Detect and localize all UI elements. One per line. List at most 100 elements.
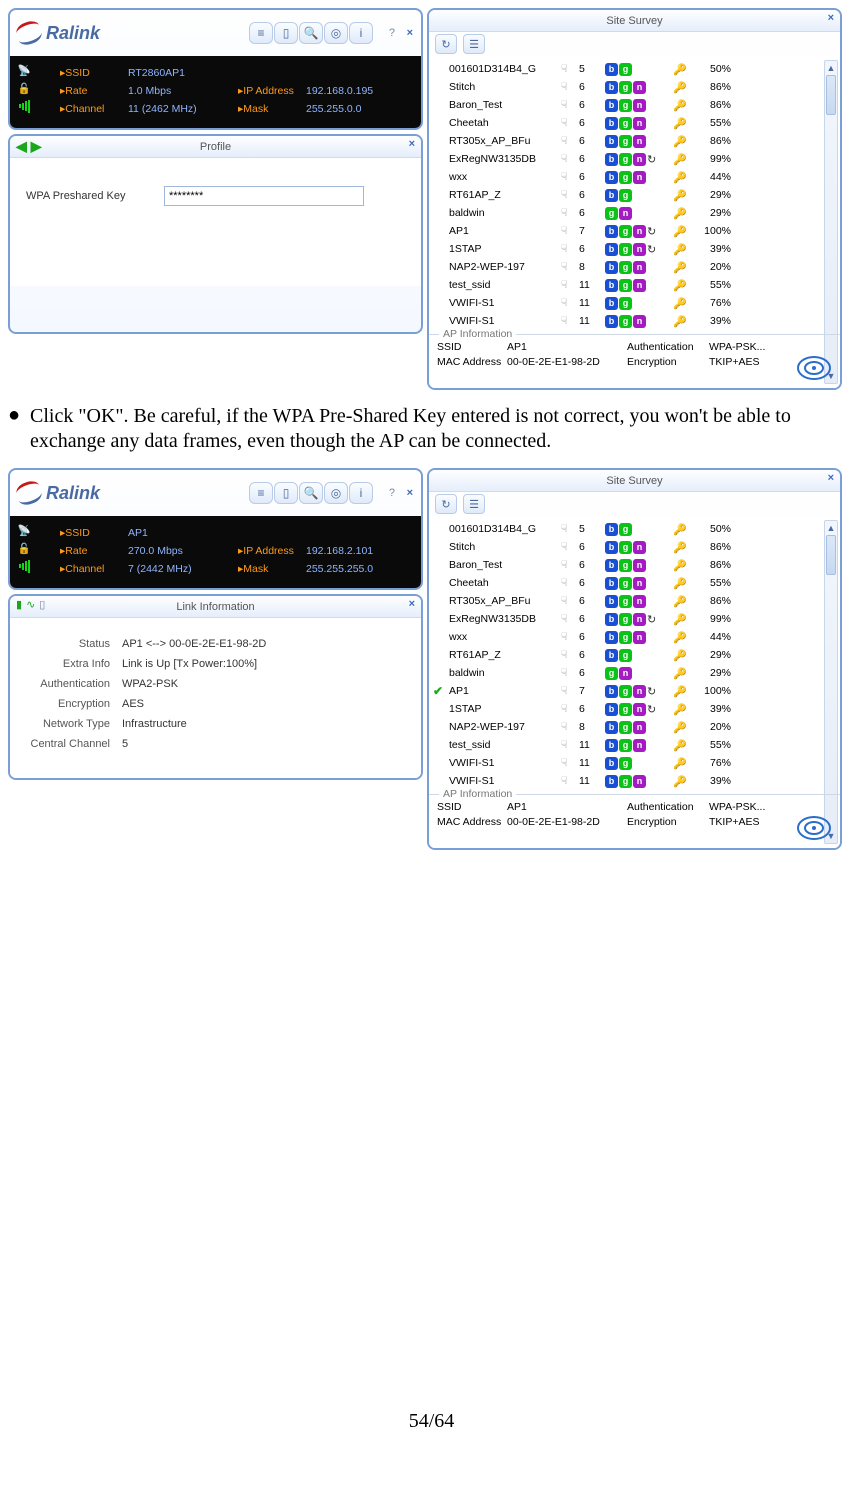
network-row[interactable]: 001601D314B4_G☟5bg🔑50% xyxy=(433,520,822,538)
toolbar-gear-icon[interactable]: ◎ xyxy=(324,482,348,504)
ssid-value: RT2860AP1 xyxy=(128,67,238,79)
network-row[interactable]: ExRegNW3135DB☟6bgn↻🔑99% xyxy=(433,610,822,628)
network-row[interactable]: AP1☟7bgn↻🔑100% xyxy=(433,222,822,240)
linkinfo-rss-icon[interactable]: ▮ xyxy=(16,598,22,611)
network-row[interactable]: RT305x_AP_BFu☟6bgn🔑86% xyxy=(433,592,822,610)
survey-listview-icon[interactable]: ☰ xyxy=(463,494,485,514)
linkinfo-value: Link is Up [Tx Power:100%] xyxy=(122,658,257,670)
linkinfo-row: Network TypeInfrastructure xyxy=(22,714,409,734)
network-ssid: ExRegNW3135DB xyxy=(449,153,561,165)
toolbar-search-icon[interactable]: 🔍 xyxy=(299,482,323,504)
network-row[interactable]: baldwin☟6gn🔑29% xyxy=(433,664,822,682)
hand-pointer-icon: ☟ xyxy=(561,595,579,607)
toolbar-doc-icon[interactable]: ▯ xyxy=(274,482,298,504)
mode-badges: bgn xyxy=(605,577,673,590)
network-row[interactable]: RT305x_AP_BFu☟6bgn🔑86% xyxy=(433,132,822,150)
mode-b-badge: b xyxy=(605,541,618,554)
toolbar-doc-icon[interactable]: ▯ xyxy=(274,22,298,44)
network-row[interactable]: RT61AP_Z☟6bg🔑29% xyxy=(433,646,822,664)
scroll-up-icon[interactable]: ▲ xyxy=(825,61,837,75)
toolbar-list-icon[interactable]: ≡ xyxy=(249,482,273,504)
network-row[interactable]: RT61AP_Z☟6bg🔑29% xyxy=(433,186,822,204)
network-row[interactable]: Cheetah☟6bgn🔑55% xyxy=(433,574,822,592)
mode-b-badge: b xyxy=(605,99,618,112)
survey-network-list-2[interactable]: 001601D314B4_G☟5bg🔑50%Stitch☟6bgn🔑86%Bar… xyxy=(429,516,840,794)
network-ssid: Stitch xyxy=(449,81,561,93)
network-ssid: baldwin xyxy=(449,207,561,219)
nav-fwd-icon[interactable]: ▶ xyxy=(31,138,42,155)
network-row[interactable]: wxx☟6bgn🔑44% xyxy=(433,628,822,646)
network-row[interactable]: NAP2-WEP-197☟8bgn🔑20% xyxy=(433,258,822,276)
survey-listview-icon[interactable]: ☰ xyxy=(463,34,485,54)
toolbar-search-icon[interactable]: 🔍 xyxy=(299,22,323,44)
hand-pointer-icon: ☟ xyxy=(561,541,579,553)
toolbar-info-icon[interactable]: i xyxy=(349,482,373,504)
toolbar-list-icon[interactable]: ≡ xyxy=(249,22,273,44)
signal-percent: 86% xyxy=(691,135,731,147)
toolbar-gear-icon[interactable]: ◎ xyxy=(324,22,348,44)
network-row[interactable]: NAP2-WEP-197☟8bgn🔑20% xyxy=(433,718,822,736)
channel-value: 7 (2442 MHz) xyxy=(128,563,238,575)
hand-pointer-icon: ☟ xyxy=(561,721,579,733)
network-row[interactable]: 1STAP☟6bgn↻🔑39% xyxy=(433,700,822,718)
rate-value: 1.0 Mbps xyxy=(128,85,238,97)
close-icon[interactable]: × xyxy=(407,27,413,39)
mode-g-badge: g xyxy=(619,631,632,644)
hand-pointer-icon: ☟ xyxy=(561,63,579,75)
linkinfo-close-icon[interactable]: × xyxy=(409,598,415,610)
network-ssid: VWIFI-S1 xyxy=(449,315,561,327)
survey-refresh-icon[interactable]: ↻ xyxy=(435,34,457,54)
nav-back-icon[interactable]: ◀ xyxy=(16,138,27,155)
network-row[interactable]: VWIFI-S1☟11bg🔑76% xyxy=(433,754,822,772)
linkinfo-label: Encryption xyxy=(22,698,122,710)
hand-pointer-icon: ☟ xyxy=(561,775,579,787)
wpa-psk-input[interactable] xyxy=(164,186,364,206)
linkinfo-row: Central Channel5 xyxy=(22,734,409,754)
scroll-up-icon[interactable]: ▲ xyxy=(825,521,837,535)
linkinfo-wave-icon[interactable]: ∿ xyxy=(26,598,35,611)
help-icon[interactable]: ? xyxy=(389,487,395,499)
hand-pointer-icon: ☟ xyxy=(561,559,579,571)
signal-bars-icon xyxy=(16,98,32,114)
network-row[interactable]: VWIFI-S1☟11bg🔑76% xyxy=(433,294,822,312)
network-row[interactable]: test_ssid☟11bgn🔑55% xyxy=(433,276,822,294)
linkinfo-doc-icon[interactable]: ▯ xyxy=(39,598,45,611)
network-ssid: wxx xyxy=(449,171,561,183)
apinfo-enc-value: TKIP+AES xyxy=(709,356,779,368)
network-row[interactable]: ExRegNW3135DB☟6bgn↻🔑99% xyxy=(433,150,822,168)
network-row[interactable]: ✔AP1☟7bgn↻🔑100% xyxy=(433,682,822,700)
survey-refresh-icon[interactable]: ↻ xyxy=(435,494,457,514)
scroll-thumb[interactable] xyxy=(826,535,836,575)
mode-b-badge: b xyxy=(605,261,618,274)
survey-close-icon[interactable]: × xyxy=(828,12,834,24)
hand-pointer-icon: ☟ xyxy=(561,243,579,255)
profile-close-icon[interactable]: × xyxy=(409,138,415,150)
help-icon[interactable]: ? xyxy=(389,27,395,39)
network-channel: 6 xyxy=(579,667,605,679)
lock-open-icon: 🔓 xyxy=(16,540,32,556)
network-row[interactable]: baldwin☟6gn🔑29% xyxy=(433,204,822,222)
mode-badges: bgn xyxy=(605,99,673,112)
wps-refresh-icon: ↻ xyxy=(647,243,656,256)
security-key-icon: 🔑 xyxy=(673,315,691,328)
network-row[interactable]: Stitch☟6bgn🔑86% xyxy=(433,538,822,556)
scroll-thumb[interactable] xyxy=(826,75,836,115)
mode-g-badge: g xyxy=(619,577,632,590)
network-row[interactable]: 001601D314B4_G☟5bg🔑50% xyxy=(433,60,822,78)
network-row[interactable]: Baron_Test☟6bgn🔑86% xyxy=(433,96,822,114)
close-icon[interactable]: × xyxy=(407,487,413,499)
signal-percent: 55% xyxy=(691,739,731,751)
security-key-icon: 🔑 xyxy=(673,667,691,680)
network-row[interactable]: wxx☟6bgn🔑44% xyxy=(433,168,822,186)
mode-badges: bgn↻ xyxy=(605,225,673,238)
toolbar-info-icon[interactable]: i xyxy=(349,22,373,44)
survey-network-list[interactable]: 001601D314B4_G☟5bg🔑50%Stitch☟6bgn🔑86%Bar… xyxy=(429,56,840,334)
survey-close-icon[interactable]: × xyxy=(828,472,834,484)
site-survey-window-1: Site Survey × ↻ ☰ 001601D314B4_G☟5bg🔑50%… xyxy=(427,8,842,390)
mode-n-badge: n xyxy=(619,667,632,680)
network-row[interactable]: Cheetah☟6bgn🔑55% xyxy=(433,114,822,132)
network-row[interactable]: test_ssid☟11bgn🔑55% xyxy=(433,736,822,754)
network-row[interactable]: Stitch☟6bgn🔑86% xyxy=(433,78,822,96)
network-row[interactable]: Baron_Test☟6bgn🔑86% xyxy=(433,556,822,574)
network-row[interactable]: 1STAP☟6bgn↻🔑39% xyxy=(433,240,822,258)
